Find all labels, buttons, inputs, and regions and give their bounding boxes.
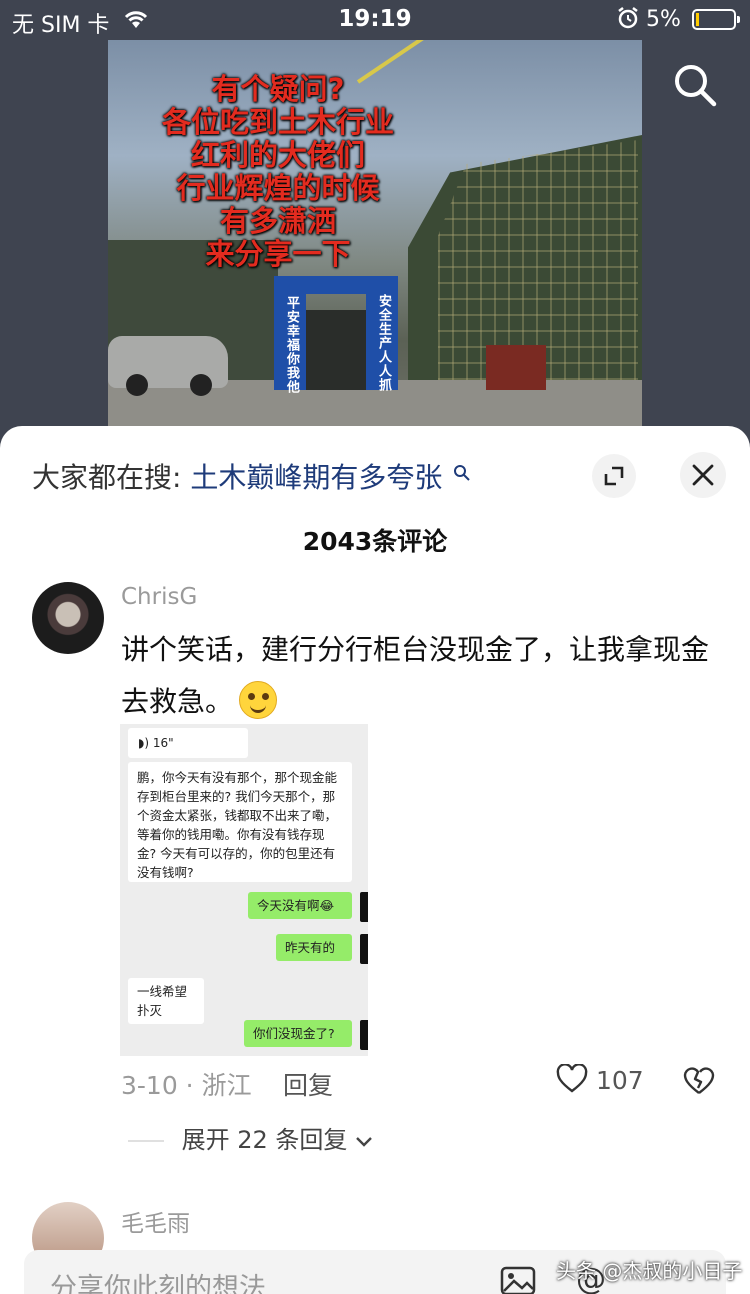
search-icon[interactable] xyxy=(672,62,718,108)
trending-term[interactable]: 土木巅峰期有多夸张 xyxy=(190,461,442,494)
gate-slogan-right: 安全生产人人抓 xyxy=(376,294,391,392)
scaffolding xyxy=(438,140,638,380)
smile-emoji-icon xyxy=(239,681,278,719)
dislike-button[interactable] xyxy=(682,1066,716,1100)
chat-avatar xyxy=(360,892,368,922)
trending-prefix: 大家都在搜: xyxy=(32,461,182,494)
watermark: 头条 @杰叔的小日子 xyxy=(556,1259,743,1283)
chat-avatar xyxy=(360,1020,368,1050)
voice-duration: 16" xyxy=(152,736,174,750)
caption-line: 有多潇洒 xyxy=(219,204,336,238)
caption-line: 红利的大佬们 xyxy=(190,138,365,172)
comment-date-location: 3-10 · 浙江 xyxy=(121,1071,252,1100)
chat-avatar xyxy=(360,934,368,964)
status-bar: 无 SIM 卡 19:19 5% xyxy=(0,0,750,40)
image-icon[interactable] xyxy=(500,1266,536,1294)
comment-image[interactable]: ◗) 16" 鹏，你今天有没有那个，那个现金能存到柜台里来的? 我们今天那个，那… xyxy=(120,724,368,1056)
gate-slogan-left: 平安幸福你我他 xyxy=(284,296,299,394)
chat-message: 鹏，你今天有没有那个，那个现金能存到柜台里来的? 我们今天那个，那个资金太紧张，… xyxy=(128,762,352,882)
trending-search[interactable]: 大家都在搜: 土木巅峰期有多夸张 xyxy=(32,456,471,496)
alarm-icon xyxy=(616,6,640,36)
chat-reply: 今天没有啊😂 xyxy=(248,892,352,919)
like-button[interactable]: 107 xyxy=(556,1063,644,1100)
image-caption: 有个疑问? 各位吃到土木行业 红利的大佬们 行业辉煌的时候 有多潇洒 来分享一下 xyxy=(128,73,428,271)
fullscreen-button[interactable] xyxy=(592,454,636,498)
caption-line: 行业辉煌的时候 xyxy=(176,171,380,205)
caption-line: 来分享一下 xyxy=(205,237,351,271)
chat-message: 一线希望扑灭 xyxy=(128,978,204,1024)
caption-line: 有个疑问? xyxy=(211,72,345,106)
voice-icon: ◗) xyxy=(138,736,150,750)
expand-replies-button[interactable]: 展开 22 条回复 xyxy=(128,1120,373,1155)
expand-replies-label: 展开 22 条回复 xyxy=(181,1126,348,1154)
gate-entrance xyxy=(306,310,366,390)
comment-input-placeholder: 分享你此刻的想法 xyxy=(50,1273,266,1294)
comment-username[interactable]: 毛毛雨 xyxy=(121,1204,190,1238)
comment-count: 2043条评论 xyxy=(302,527,448,556)
comment-body: 讲个笑话，建行分行柜台没现金了，让我拿现金去救急。 xyxy=(121,624,721,728)
chevron-down-icon xyxy=(356,1137,372,1147)
close-icon xyxy=(692,464,714,486)
close-button[interactable] xyxy=(680,452,726,498)
comment-meta: 3-10 · 浙江 回复 xyxy=(121,1066,333,1102)
post-image[interactable]: 平安幸福你我他 安全生产人人抓 有个疑问? 各位吃到土木行业 红利的大佬们 行业… xyxy=(108,40,642,426)
battery-icon xyxy=(692,9,740,30)
avatar[interactable] xyxy=(32,582,104,654)
comment-username[interactable]: ChrisG xyxy=(121,584,197,610)
battery-percent: 5% xyxy=(646,7,681,32)
parked-car xyxy=(108,336,228,396)
forklift xyxy=(486,345,546,390)
broken-heart-icon xyxy=(683,1067,715,1094)
reply-button[interactable]: 回复 xyxy=(283,1066,333,1102)
comment-sheet: 大家都在搜: 土木巅峰期有多夸张 2043条评论 ChrisG 讲个笑话，建行分… xyxy=(0,426,750,1294)
comment-text: 讲个笑话，建行分行柜台没现金了，让我拿现金去救急。 xyxy=(121,633,710,718)
chat-reply: 你们没现金了? xyxy=(244,1020,352,1047)
caption-line: 各位吃到土木行业 xyxy=(161,105,394,139)
chat-reply: 昨天有的 xyxy=(276,934,352,961)
expand-icon xyxy=(604,466,624,486)
like-count: 107 xyxy=(596,1066,644,1095)
search-icon xyxy=(453,456,471,489)
heart-icon xyxy=(556,1063,588,1093)
divider xyxy=(128,1140,164,1142)
voice-message: ◗) 16" xyxy=(128,728,248,758)
